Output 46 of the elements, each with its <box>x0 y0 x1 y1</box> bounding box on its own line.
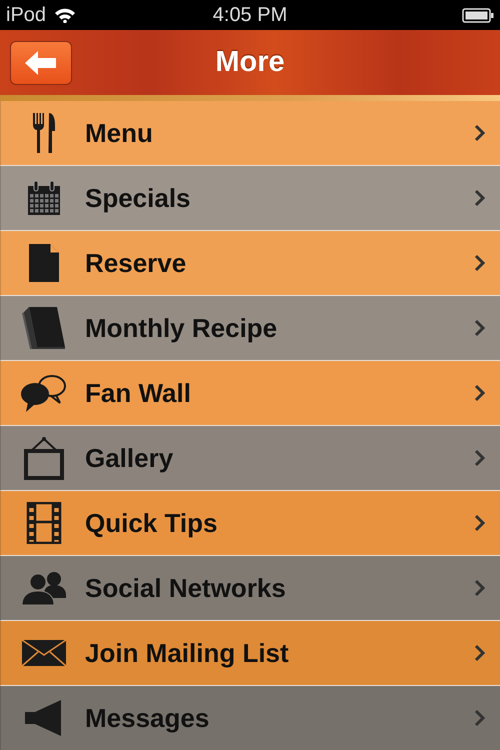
book-icon <box>21 305 67 351</box>
menu-row[interactable]: Quick Tips <box>0 491 500 556</box>
fork-knife-icon <box>31 112 57 154</box>
menu-row[interactable]: Fan Wall <box>0 361 500 426</box>
menu-label: Messages <box>84 702 210 734</box>
menu-label: Reserve <box>84 248 188 278</box>
picture-frame-icon <box>23 436 65 480</box>
calendar-icon <box>26 180 62 216</box>
chevron-icon <box>474 514 486 532</box>
wifi-icon <box>54 7 76 23</box>
menu-label: Join Mailing List <box>84 638 290 668</box>
battery-icon <box>462 8 494 22</box>
menu-label: Monthly Recipe <box>84 312 278 344</box>
status-time: 4:05 PM <box>212 4 288 26</box>
menu-row[interactable]: Gallery <box>0 426 500 491</box>
menu-row[interactable]: Join Mailing List <box>0 621 500 686</box>
chevron-icon <box>474 384 486 402</box>
back-arrow-icon <box>24 50 58 76</box>
menu-row[interactable]: Social Networks <box>0 556 500 621</box>
menu-label: Social Networks <box>84 572 287 604</box>
menu-label: Gallery <box>84 442 174 474</box>
speech-bubbles-icon <box>20 373 68 413</box>
menu-row[interactable]: Menu <box>0 101 500 166</box>
chevron-icon <box>474 449 486 467</box>
menu-label: Quick Tips <box>84 508 218 538</box>
menu-row[interactable]: Reserve <box>0 231 500 296</box>
chevron-icon <box>474 189 486 207</box>
chevron-icon <box>474 319 486 337</box>
back-button[interactable] <box>10 40 72 84</box>
menu-label: Fan Wall <box>84 378 192 408</box>
document-icon <box>28 243 60 283</box>
people-icon <box>20 570 68 606</box>
film-strip-icon <box>26 502 62 544</box>
menu-label: Menu <box>84 118 154 148</box>
chevron-icon <box>474 579 486 597</box>
menu-row[interactable]: Monthly Recipe <box>0 296 500 361</box>
carrier-name: iPod <box>6 4 46 26</box>
menu-row[interactable]: Messages <box>0 686 500 750</box>
nav-title: More <box>215 46 285 79</box>
chevron-icon <box>474 709 486 727</box>
chevron-icon <box>474 254 486 272</box>
menu-label: Specials <box>84 182 192 214</box>
envelope-icon <box>21 639 67 667</box>
chevron-icon <box>474 644 486 662</box>
menu-row[interactable]: Specials <box>0 166 500 231</box>
chevron-icon <box>474 124 486 142</box>
